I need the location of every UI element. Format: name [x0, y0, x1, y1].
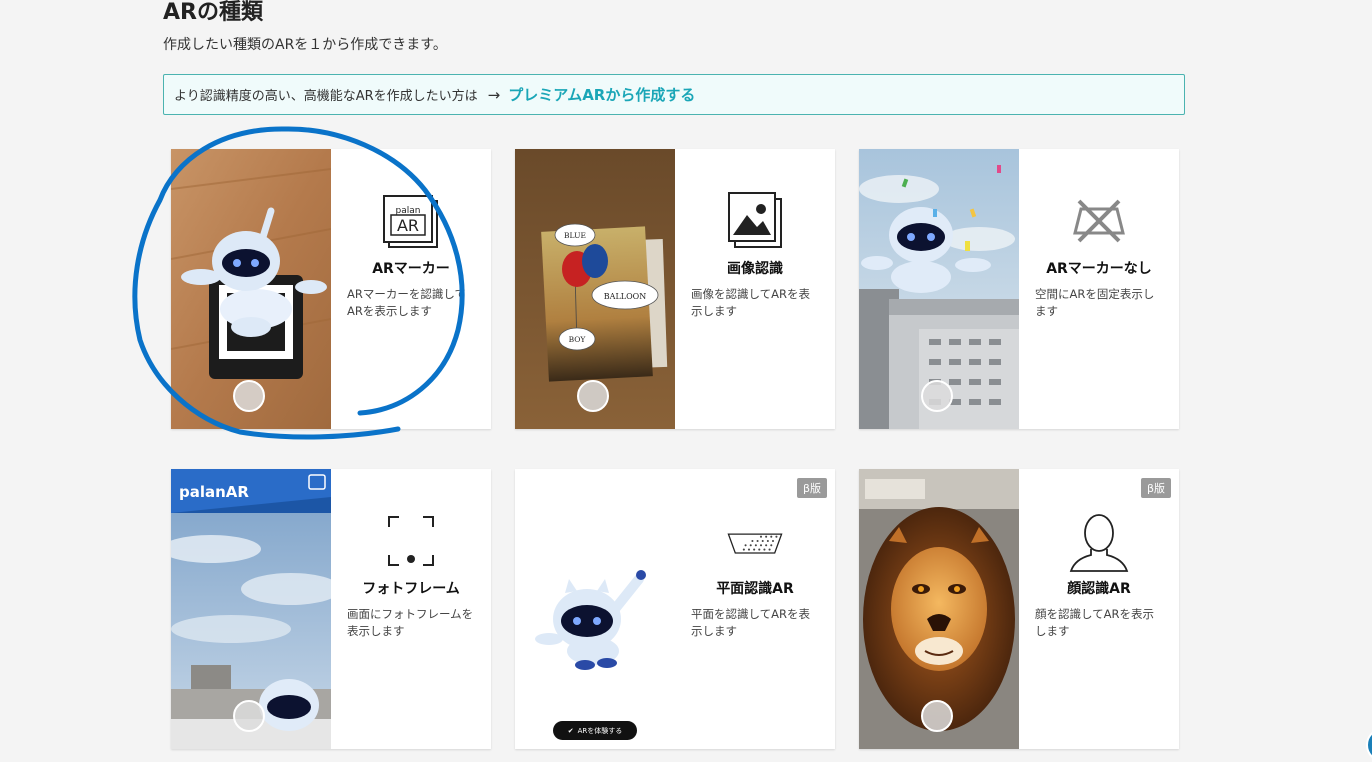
arrow-right-icon: →	[487, 85, 501, 104]
card-info: フォトフレーム 画面にフォトフレームを表示します	[331, 469, 491, 749]
card-info: β版 平面認識AR 平面を認識してARを表示します	[675, 469, 835, 749]
page: ARの種類 作成したい種類のARを１から作成できます。 より認識精度の高い、高機…	[0, 0, 1372, 762]
card-description: 顔を認識してARを表示します	[1035, 607, 1155, 638]
frame-icon	[381, 509, 441, 573]
bubble-blue-text: BLUE	[564, 231, 586, 240]
card-face-recognition[interactable]: β版 顔認識AR 顔を認識してARを表示します	[859, 469, 1179, 749]
photo-frame-photo: palanAR	[171, 469, 331, 749]
chat-fab-button[interactable]	[1366, 728, 1372, 762]
card-plane-recognition[interactable]: ✔ ARを体験する β版 平面認識AR 平面を認識してARを表示します	[515, 469, 835, 749]
page-title: ARの種類	[163, 0, 263, 25]
image-icon	[725, 189, 785, 253]
face-icon	[1069, 509, 1129, 573]
card-description: 空間にARを固定表示します	[1035, 287, 1155, 318]
face-recognition-photo	[859, 469, 1019, 749]
card-description: 平面を認識してARを表示します	[691, 607, 811, 638]
bubble-boy-text: BOY	[569, 335, 587, 344]
card-title: 画像認識	[727, 261, 783, 277]
palanar-logo-text: palanAR	[179, 483, 249, 501]
plane-icon	[725, 509, 785, 573]
shutter-button	[233, 380, 265, 412]
beta-badge: β版	[796, 478, 827, 498]
bubble-balloon-text: BALLOON	[604, 292, 646, 301]
shutter-button	[921, 700, 953, 732]
card-info: β版 顔認識AR 顔を認識してARを表示します	[1019, 469, 1179, 749]
card-image-recognition[interactable]: BLUE BALLOON BOY 画像認識 画像を認識してARを表示します	[515, 149, 835, 429]
card-description: 画面にフォトフレームを表示します	[347, 607, 474, 638]
card-ar-marker[interactable]: palan AR ARマーカー ARマーカーを認識してARを表示します	[171, 149, 491, 429]
card-description: ARマーカーを認識してARを表示します	[347, 287, 467, 318]
card-title: 顔認識AR	[1067, 581, 1131, 597]
plane-recognition-photo: ✔ ARを体験する	[515, 469, 675, 749]
card-title: ARマーカーなし	[1046, 261, 1152, 277]
shutter-button	[577, 380, 609, 412]
image-recognition-photo: BLUE BALLOON BOY	[515, 149, 675, 429]
ar-marker-icon: palan AR	[381, 189, 441, 253]
shutter-button	[921, 380, 953, 412]
card-info: palan AR ARマーカー ARマーカーを認識してARを表示します	[331, 149, 491, 429]
no-marker-photo	[859, 149, 1019, 429]
ar-logo-text: AR	[397, 216, 419, 235]
premium-notice: より認識精度の高い、高機能なARを作成したい方は → プレミアムARから作成する	[163, 74, 1185, 115]
try-ar-button[interactable]: ✔ ARを体験する	[553, 721, 637, 740]
page-subtitle: 作成したい種類のARを１から作成できます。	[163, 37, 447, 53]
card-title: 平面認識AR	[716, 581, 794, 597]
try-ar-label: ARを体験する	[577, 726, 623, 735]
notice-text: より認識精度の高い、高機能なARを作成したい方は	[174, 89, 478, 104]
card-info: ARマーカーなし 空間にARを固定表示します	[1019, 149, 1179, 429]
card-no-marker[interactable]: ARマーカーなし 空間にARを固定表示します	[859, 149, 1179, 429]
card-info: 画像認識 画像を認識してARを表示します	[675, 149, 835, 429]
premium-ar-link[interactable]: プレミアムARから作成する	[508, 84, 695, 105]
card-description: 画像を認識してARを表示します	[691, 287, 811, 318]
check-icon: ✔	[567, 726, 574, 735]
no-marker-icon	[1069, 189, 1129, 253]
card-title: ARマーカー	[372, 261, 450, 277]
card-photo-frame[interactable]: palanAR フォトフレーム 画面にフォトフレームを表示します	[171, 469, 491, 749]
card-title: フォトフレーム	[362, 581, 460, 597]
ar-marker-photo	[171, 149, 331, 429]
beta-badge: β版	[1140, 478, 1171, 498]
shutter-button	[233, 700, 265, 732]
